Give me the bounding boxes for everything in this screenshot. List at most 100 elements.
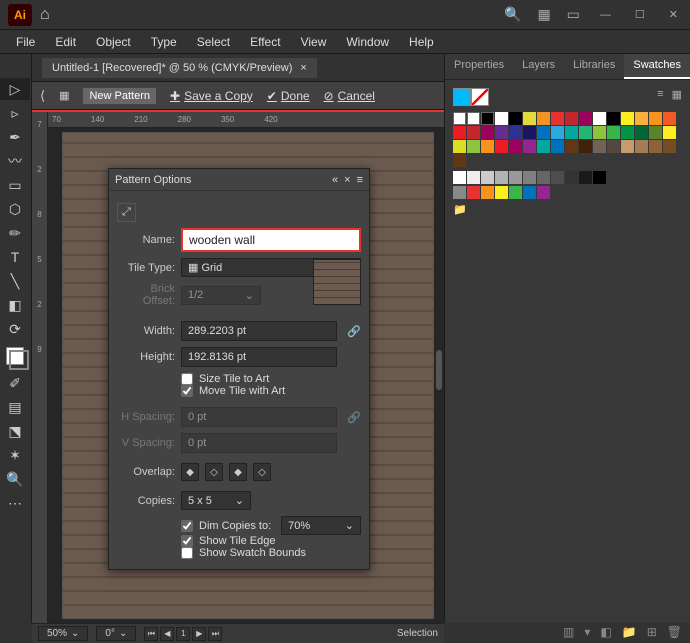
swatch[interactable] <box>495 126 508 139</box>
rotate-select[interactable]: 0° ⌄ <box>96 626 136 641</box>
swatch[interactable] <box>593 112 606 125</box>
swatch[interactable] <box>537 186 550 199</box>
swatch[interactable] <box>579 112 592 125</box>
move-tile-checkbox[interactable]: Move Tile with Art <box>181 385 361 397</box>
swatch[interactable] <box>523 112 536 125</box>
swatch[interactable] <box>621 140 634 153</box>
swatch[interactable] <box>593 140 606 153</box>
swatch[interactable] <box>537 126 550 139</box>
search-icon[interactable]: 🔍 <box>504 6 521 23</box>
swatch[interactable] <box>509 112 522 125</box>
swatch[interactable] <box>509 186 522 199</box>
zoom-tool[interactable]: 🔍 <box>0 468 30 490</box>
swatch[interactable] <box>523 140 536 153</box>
swatch[interactable] <box>453 186 466 199</box>
swatch[interactable] <box>523 171 536 184</box>
overlap-bottom[interactable]: ◇ <box>253 463 271 481</box>
swatch[interactable] <box>579 171 592 184</box>
swatch[interactable] <box>621 112 634 125</box>
dim-value-select[interactable]: 70%⌄ <box>281 516 361 535</box>
fill-stroke[interactable] <box>0 342 30 370</box>
new-swatch-icon[interactable]: ⊞ <box>647 625 657 639</box>
direct-selection-tool[interactable]: ▹ <box>0 102 30 124</box>
swatch-libraries-icon[interactable]: ▥ <box>563 625 574 639</box>
menu-view[interactable]: View <box>293 33 335 51</box>
swatch[interactable] <box>481 112 494 125</box>
panel-menu-icon[interactable]: ≡ <box>357 174 363 186</box>
menu-effect[interactable]: Effect <box>242 33 288 51</box>
swatch[interactable] <box>565 171 578 184</box>
menu-edit[interactable]: Edit <box>47 33 84 51</box>
copies-select[interactable]: 5 x 5⌄ <box>181 491 251 510</box>
maximize-button[interactable]: ☐ <box>631 8 649 21</box>
swatch[interactable] <box>565 126 578 139</box>
delete-swatch-icon[interactable]: 🗑 <box>667 625 682 639</box>
tab-libraries[interactable]: Libraries <box>564 54 624 79</box>
swatch[interactable] <box>453 140 466 153</box>
menu-select[interactable]: Select <box>189 33 238 51</box>
gradient-tool[interactable]: ▤ <box>0 396 30 418</box>
menu-help[interactable]: Help <box>401 33 442 51</box>
swatch[interactable] <box>467 126 480 139</box>
edit-toolbar[interactable]: ⋯ <box>0 492 30 514</box>
swatch[interactable] <box>495 186 508 199</box>
current-fill-stroke[interactable] <box>453 88 682 106</box>
overlap-right[interactable]: ◇ <box>205 463 223 481</box>
done-button[interactable]: ✔ Done <box>267 89 310 103</box>
swatch[interactable] <box>537 140 550 153</box>
swatch[interactable] <box>607 140 620 153</box>
swatch[interactable] <box>579 126 592 139</box>
menu-window[interactable]: Window <box>338 33 397 51</box>
tab-close-icon[interactable]: × <box>300 62 306 74</box>
swatch[interactable] <box>607 112 620 125</box>
tab-properties[interactable]: Properties <box>445 54 513 79</box>
swatch[interactable] <box>593 171 606 184</box>
swatch[interactable] <box>467 171 480 184</box>
eyedropper-tool[interactable]: ✐ <box>0 372 30 394</box>
swatch[interactable] <box>481 140 494 153</box>
swatch[interactable] <box>635 140 648 153</box>
symbol-sprayer-tool[interactable]: ✶ <box>0 444 30 466</box>
swatch[interactable] <box>635 126 648 139</box>
show-swatch-bounds-checkbox[interactable]: Show Swatch Bounds <box>181 547 361 559</box>
swatch[interactable] <box>551 112 564 125</box>
next-artboard[interactable]: ▶ <box>192 627 206 641</box>
type-tool[interactable]: T <box>0 246 30 268</box>
dim-copies-checkbox[interactable]: Dim Copies to: 70%⌄ <box>181 516 361 535</box>
ellipse-tool[interactable]: ⬡ <box>0 198 30 220</box>
back-icon[interactable]: ⟨ <box>40 88 45 104</box>
swatch[interactable] <box>509 140 522 153</box>
swatch-options-icon[interactable]: ◧ <box>600 625 611 639</box>
rectangle-tool[interactable]: ▭ <box>0 174 30 196</box>
swatch[interactable] <box>481 126 494 139</box>
swatch[interactable] <box>495 112 508 125</box>
height-input[interactable] <box>181 347 337 367</box>
save-copy-button[interactable]: ✚ Save a Copy <box>170 89 253 103</box>
swatch[interactable] <box>579 140 592 153</box>
swatch[interactable] <box>467 112 480 125</box>
show-tile-edge-checkbox[interactable]: Show Tile Edge <box>181 535 361 547</box>
swatch[interactable] <box>495 140 508 153</box>
scrollbar-thumb[interactable] <box>436 350 442 390</box>
menu-file[interactable]: File <box>8 33 43 51</box>
swatch[interactable] <box>481 186 494 199</box>
swatch[interactable] <box>635 112 648 125</box>
home-icon[interactable]: ⌂ <box>40 6 50 24</box>
swatch[interactable] <box>565 112 578 125</box>
swatch[interactable] <box>663 140 676 153</box>
width-input[interactable] <box>181 321 337 341</box>
swatch[interactable] <box>495 171 508 184</box>
swatch[interactable] <box>453 154 466 167</box>
swatch[interactable] <box>523 186 536 199</box>
pen-tool[interactable]: ✒ <box>0 126 30 148</box>
swatch[interactable] <box>453 112 466 125</box>
first-artboard[interactable]: ⏮ <box>144 627 158 641</box>
swatch[interactable] <box>537 112 550 125</box>
swatch[interactable] <box>467 140 480 153</box>
swatch[interactable] <box>509 126 522 139</box>
pattern-name-input[interactable] <box>181 228 361 252</box>
zoom-select[interactable]: 50% ⌄ <box>38 626 88 641</box>
prev-artboard[interactable]: ◀ <box>160 627 174 641</box>
document-tab[interactable]: Untitled-1 [Recovered]* @ 50 % (CMYK/Pre… <box>42 58 317 78</box>
size-tile-checkbox[interactable]: Size Tile to Art <box>181 373 361 385</box>
